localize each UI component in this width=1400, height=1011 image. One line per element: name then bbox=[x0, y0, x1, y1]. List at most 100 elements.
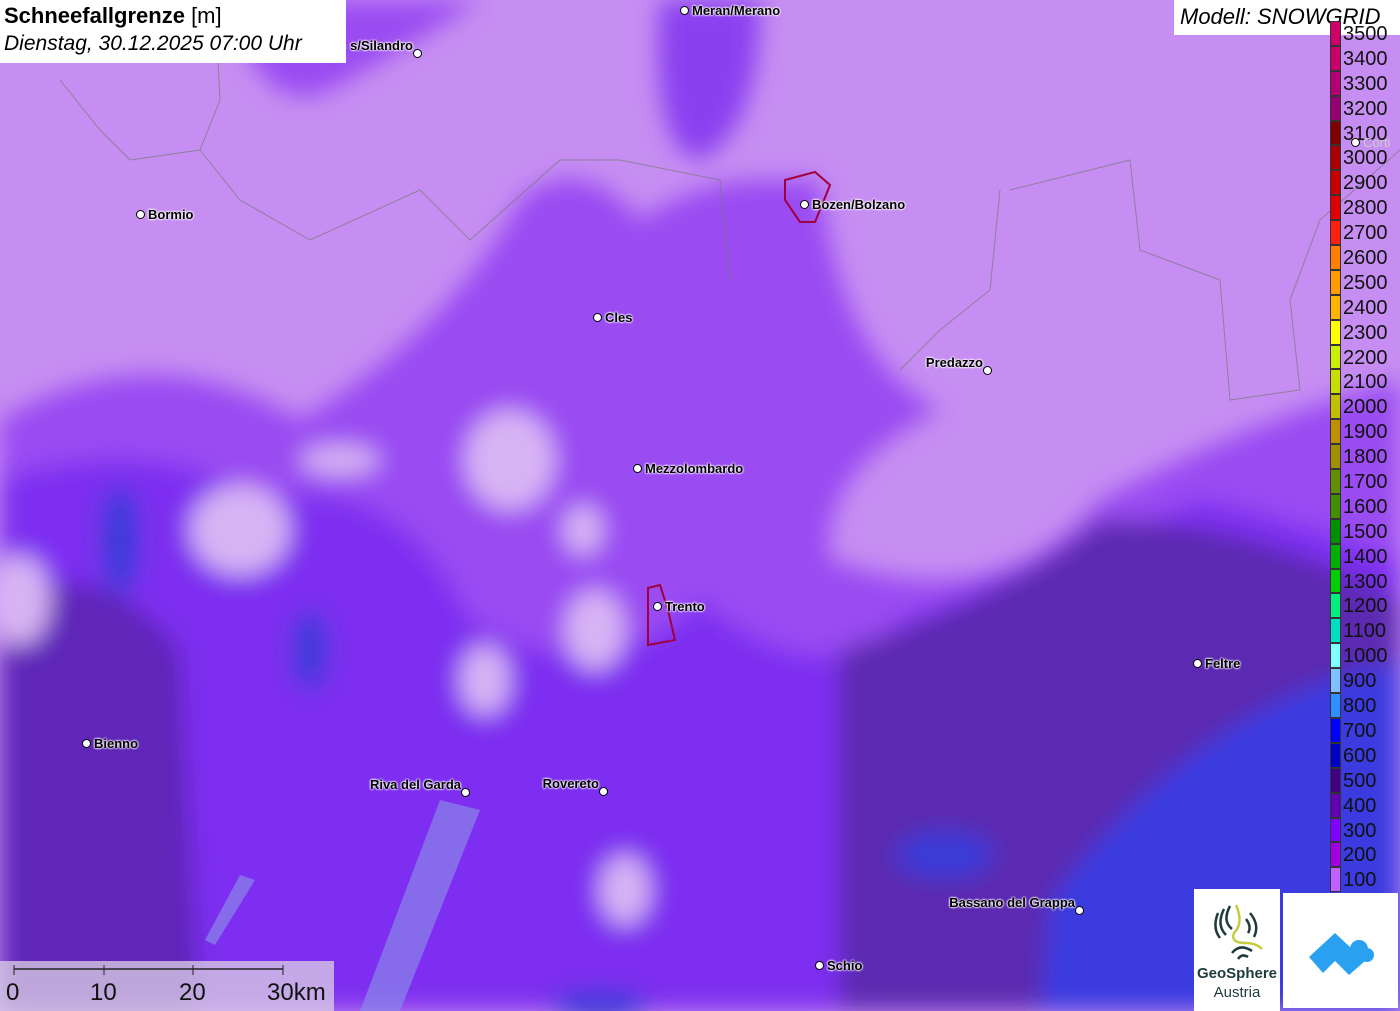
city-label[interactable]: Bienno bbox=[94, 736, 138, 751]
title-box: Schneefallgrenze [m] Dienstag, 30.12.202… bbox=[0, 0, 346, 63]
legend-label: 400 bbox=[1343, 794, 1377, 817]
legend-entry: 1800 bbox=[1330, 444, 1400, 470]
legend-label: 3000 bbox=[1343, 147, 1388, 170]
legend-entry: 3500 bbox=[1330, 21, 1400, 46]
legend-entry: 2100 bbox=[1330, 369, 1400, 395]
legend-entry: 2600 bbox=[1330, 245, 1400, 270]
legend-label: 300 bbox=[1343, 819, 1377, 842]
city-marker[interactable] bbox=[1075, 906, 1084, 915]
legend-entry: 700 bbox=[1330, 717, 1400, 743]
legend-entry: 2900 bbox=[1330, 170, 1400, 196]
scale-bar: 0 10 20 30km bbox=[0, 961, 334, 1011]
city-marker[interactable] bbox=[983, 366, 992, 375]
city-label[interactable]: s/Silandro bbox=[350, 38, 413, 53]
city-label[interactable]: Feltre bbox=[1205, 656, 1240, 671]
legend-entry: 1100 bbox=[1330, 618, 1400, 644]
legend-entry: 1400 bbox=[1330, 543, 1400, 569]
city-label[interactable]: Rovereto bbox=[543, 776, 599, 791]
legend-swatch bbox=[1330, 394, 1341, 420]
city-label[interactable]: Bassano del Grappa bbox=[949, 895, 1075, 910]
legend-label: 2200 bbox=[1343, 346, 1388, 369]
legend-label: 1000 bbox=[1343, 645, 1388, 668]
city-marker[interactable] bbox=[633, 464, 642, 473]
city-marker[interactable] bbox=[680, 6, 689, 15]
snowline-map[interactable] bbox=[0, 0, 1400, 1011]
legend-swatch bbox=[1330, 568, 1341, 594]
city-marker[interactable] bbox=[593, 313, 602, 322]
color-legend: 3500 3400 3300 3200 3100 3000 2900 2800 2700 2600… bbox=[1330, 21, 1400, 893]
city-marker[interactable] bbox=[1351, 138, 1360, 147]
legend-swatch bbox=[1330, 269, 1341, 295]
legend-label: 1100 bbox=[1343, 620, 1387, 643]
legend-entry: 100 bbox=[1330, 867, 1400, 893]
geosphere-logo[interactable]: GeoSphere Austria bbox=[1194, 889, 1280, 1011]
city-label[interactable]: Cles bbox=[605, 310, 632, 325]
legend-swatch bbox=[1330, 245, 1341, 270]
city-marker[interactable] bbox=[800, 200, 809, 209]
legend-entry: 200 bbox=[1330, 842, 1400, 868]
legend-label: 2700 bbox=[1343, 222, 1388, 245]
legend-swatch bbox=[1330, 817, 1341, 843]
city-marker[interactable] bbox=[461, 788, 470, 797]
city-label[interactable]: Predazzo bbox=[926, 355, 983, 370]
legend-label: 1300 bbox=[1343, 570, 1388, 593]
legend-entry: 800 bbox=[1330, 693, 1400, 718]
legend-swatch bbox=[1330, 444, 1341, 470]
city-marker[interactable] bbox=[599, 787, 608, 796]
city-label[interactable]: Mezzolombardo bbox=[645, 461, 743, 476]
legend-entry: 2700 bbox=[1330, 220, 1400, 246]
legend-entry: 600 bbox=[1330, 742, 1400, 768]
legend-swatch bbox=[1330, 668, 1341, 694]
legend-entry: 1000 bbox=[1330, 643, 1400, 669]
partner-logo[interactable] bbox=[1283, 893, 1398, 1008]
legend-label: 2500 bbox=[1343, 271, 1388, 294]
legend-label: 2400 bbox=[1343, 296, 1388, 319]
city-marker[interactable] bbox=[653, 602, 662, 611]
legend-entry: 1900 bbox=[1330, 419, 1400, 445]
legend-entry: 2200 bbox=[1330, 344, 1400, 370]
map-datetime: Dienstag, 30.12.2025 07:00 Uhr bbox=[4, 32, 302, 55]
geosphere-country: Austria bbox=[1213, 984, 1261, 1001]
legend-label: 1200 bbox=[1343, 595, 1388, 618]
city-label[interactable]: Trento bbox=[665, 599, 705, 614]
map-unit: [m] bbox=[184, 3, 222, 28]
legend-swatch bbox=[1330, 145, 1341, 171]
legend-label: 600 bbox=[1343, 744, 1377, 767]
legend-swatch bbox=[1330, 70, 1341, 96]
legend-entry: 3300 bbox=[1330, 70, 1400, 96]
city-marker[interactable] bbox=[136, 210, 145, 219]
city-label[interactable]: Meran/Merano bbox=[692, 3, 780, 18]
legend-label: 3200 bbox=[1343, 97, 1388, 120]
legend-label: 1900 bbox=[1343, 421, 1388, 444]
city-label[interactable]: Schio bbox=[827, 958, 862, 973]
legend-label: 900 bbox=[1343, 670, 1377, 693]
legend-swatch bbox=[1330, 543, 1341, 569]
legend-entry: 900 bbox=[1330, 668, 1400, 694]
city-marker[interactable] bbox=[82, 739, 91, 748]
legend-label: 2000 bbox=[1343, 396, 1388, 419]
legend-swatch bbox=[1330, 742, 1341, 768]
city-label[interactable]: Bozen/Bolzano bbox=[812, 197, 905, 212]
city-label[interactable]: Riva del Garda bbox=[370, 777, 461, 792]
legend-entry: 1600 bbox=[1330, 493, 1400, 519]
legend-label: 800 bbox=[1343, 695, 1377, 718]
legend-entry: 300 bbox=[1330, 817, 1400, 843]
legend-label: 1500 bbox=[1343, 520, 1388, 543]
city-label[interactable]: Corti bbox=[1363, 135, 1390, 150]
map-title: Schneefallgrenze bbox=[4, 3, 185, 28]
legend-label: 2300 bbox=[1343, 321, 1388, 344]
legend-entry: 1700 bbox=[1330, 469, 1400, 494]
legend-label: 100 bbox=[1343, 869, 1377, 892]
city-marker[interactable] bbox=[1193, 659, 1202, 668]
legend-swatch bbox=[1330, 45, 1341, 71]
legend-label: 3400 bbox=[1343, 47, 1388, 70]
city-marker[interactable] bbox=[815, 961, 824, 970]
legend-swatch bbox=[1330, 21, 1341, 46]
legend-label: 2100 bbox=[1343, 371, 1388, 394]
city-label[interactable]: Bormio bbox=[148, 207, 194, 222]
legend-swatch bbox=[1330, 767, 1341, 793]
legend-label: 1400 bbox=[1343, 545, 1388, 568]
city-marker[interactable] bbox=[413, 49, 422, 58]
legend-entry: 3400 bbox=[1330, 45, 1400, 71]
legend-entry: 400 bbox=[1330, 792, 1400, 818]
